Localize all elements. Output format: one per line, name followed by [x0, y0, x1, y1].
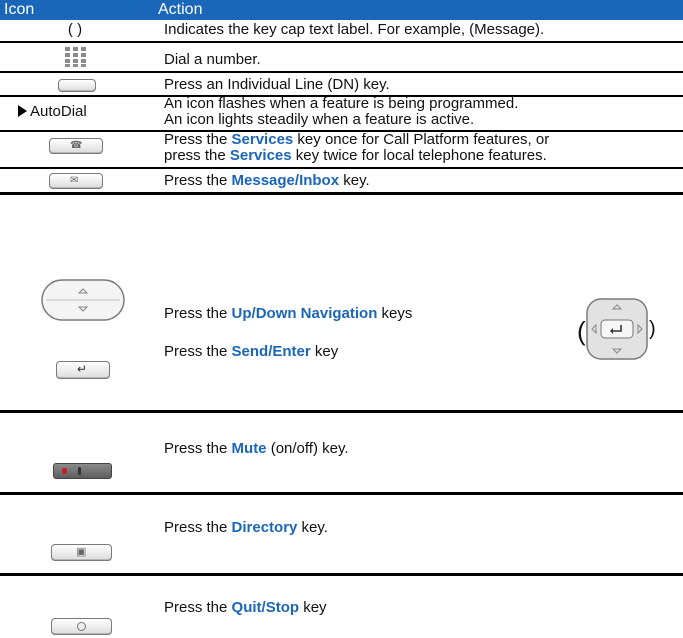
action-column-header: Action — [158, 1, 203, 18]
row-dial-text: Dial a number. — [164, 51, 261, 68]
row-directory-text: Press the Directory key. — [164, 519, 328, 536]
navigation-cluster-icon — [586, 298, 648, 365]
nav-cluster-close-paren: ) — [649, 318, 656, 340]
row-message-text: Press the Message/Inbox key. — [164, 172, 370, 189]
directory-key-icon: ▣ — [51, 544, 112, 561]
row-line-key-text: Press an Individual Line (DN) key. — [164, 76, 390, 93]
row-quit-stop-text: Press the Quit/Stop key — [164, 599, 327, 616]
row-send-enter-text: Press the Send/Enter key — [164, 343, 339, 360]
circle-glyph-icon — [77, 622, 86, 631]
row-keycap-text: Indicates the key cap text label. For ex… — [164, 21, 545, 38]
row-autodial-text-1: An icon flashes when a feature is being … — [164, 95, 519, 112]
autodial-label: AutoDial — [30, 103, 87, 120]
services-glyph-icon: ☎ — [70, 140, 83, 151]
autodial-cell: AutoDial — [18, 103, 87, 120]
mute-mic-icon — [78, 467, 81, 475]
row-divider — [0, 41, 683, 43]
send-enter-key-icon: ↵ — [56, 361, 110, 379]
up-down-nav-icon — [40, 278, 126, 327]
row-divider — [0, 410, 683, 413]
nav-cluster-open-paren: ( — [577, 316, 586, 346]
arrow-right-icon — [18, 105, 27, 117]
mute-key-icon — [53, 463, 112, 479]
message-key-icon: ✉ — [49, 173, 103, 189]
row-divider — [0, 492, 683, 495]
dialpad-icon — [65, 47, 86, 73]
keycap-label-icon: ( ) — [67, 21, 83, 38]
row-divider — [0, 573, 683, 576]
icon-column-header: Icon — [4, 1, 35, 18]
mute-led-icon — [62, 468, 67, 474]
enter-glyph-icon: ↵ — [77, 362, 88, 376]
row-divider — [0, 192, 683, 195]
table-header: Icon Action — [0, 0, 683, 20]
row-navigation-text: Press the Up/Down Navigation keys — [164, 305, 413, 322]
quit-stop-key-icon — [51, 618, 112, 635]
envelope-glyph-icon: ✉ — [70, 175, 79, 186]
row-divider — [0, 167, 683, 169]
row-services-text-2: press the Services key twice for local t… — [164, 147, 547, 164]
row-mute-text: Press the Mute (on/off) key. — [164, 440, 349, 457]
book-glyph-icon: ▣ — [76, 546, 87, 558]
row-divider — [0, 71, 683, 73]
row-services-text-1: Press the Services key once for Call Pla… — [164, 131, 550, 148]
services-key-icon: ☎ — [49, 138, 103, 154]
row-autodial-text-2: An icon lights steadily when a feature i… — [164, 111, 475, 128]
line-key-icon — [58, 79, 96, 92]
